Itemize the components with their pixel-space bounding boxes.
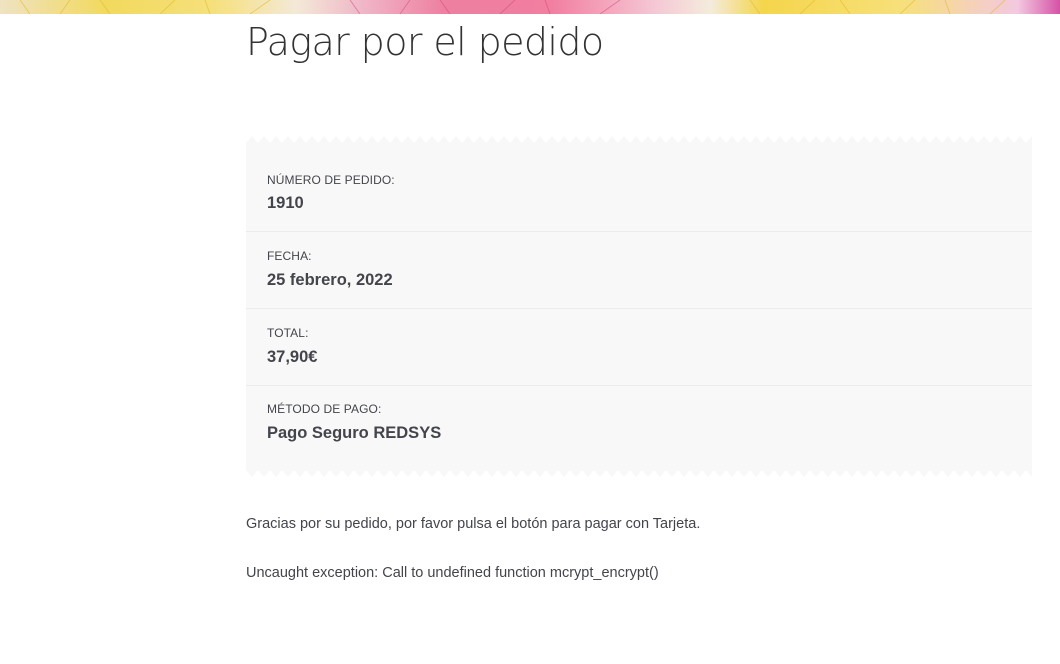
payment-method-label: MÉTODO DE PAGO: <box>267 402 382 416</box>
order-number-item: NÚMERO DE PEDIDO: 1910 <box>246 143 1032 232</box>
error-message: Uncaught exception: Call to undefined fu… <box>246 565 659 581</box>
order-date-label: FECHA: <box>267 249 312 263</box>
order-date-value: 25 febrero, 2022 <box>267 271 393 289</box>
order-total-label: TOTAL: <box>267 326 309 340</box>
thank-you-message: Gracias por su pedido, por favor pulsa e… <box>246 516 701 532</box>
order-box-top-edge <box>246 136 1032 143</box>
order-box-bottom-edge <box>246 470 1032 477</box>
page-title: Pagar por el pedido <box>246 20 604 64</box>
flower-banner-image <box>19 0 1006 14</box>
order-date-item: FECHA: 25 febrero, 2022 <box>246 232 1032 309</box>
payment-method-value: Pago Seguro REDSYS <box>267 424 442 442</box>
order-number-label: NÚMERO DE PEDIDO: <box>267 173 395 187</box>
order-number-value: 1910 <box>267 194 304 212</box>
order-details: NÚMERO DE PEDIDO: 1910 FECHA: 25 febrero… <box>246 143 1032 471</box>
header-image <box>0 0 1060 14</box>
order-total-item: TOTAL: 37,90€ <box>246 309 1032 386</box>
order-total-value: 37,90€ <box>267 348 318 366</box>
payment-method-item: MÉTODO DE PAGO: Pago Seguro REDSYS <box>246 386 1032 471</box>
